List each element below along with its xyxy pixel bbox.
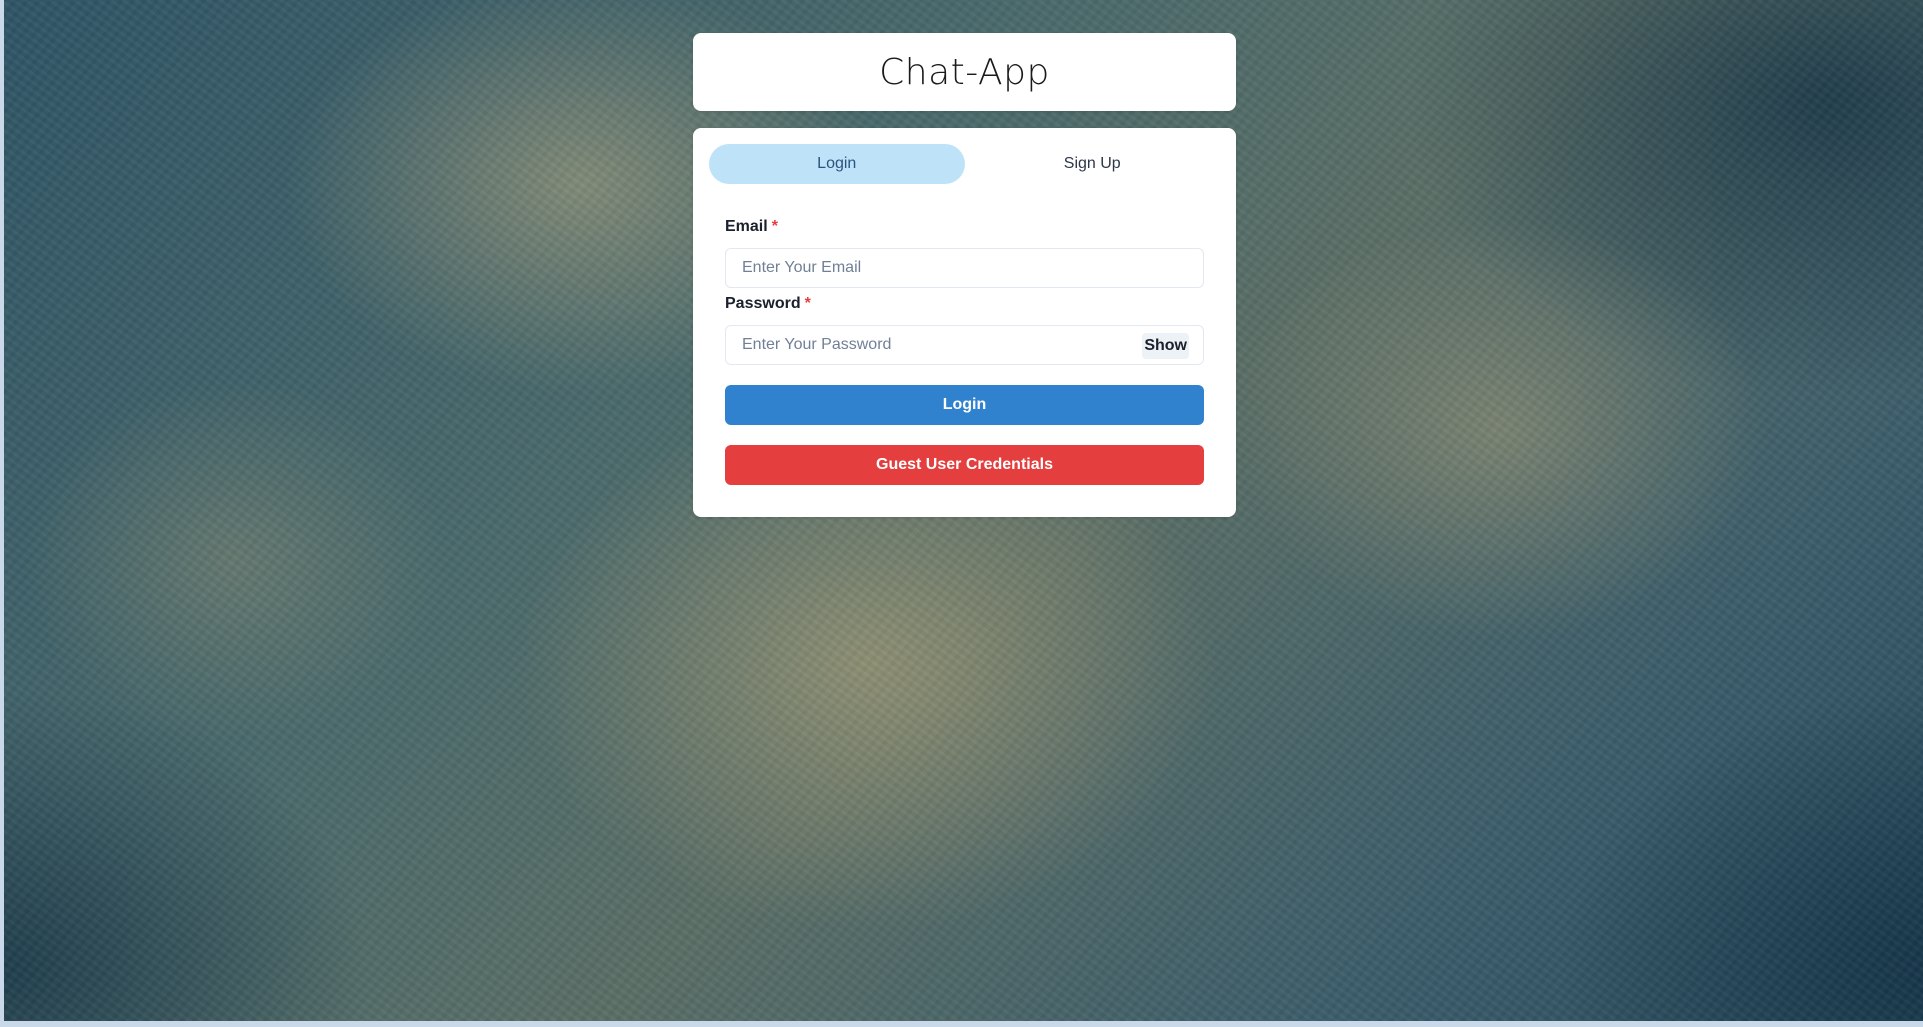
window-edge-bottom bbox=[0, 1021, 1923, 1027]
email-field[interactable]: Enter Your Email bbox=[725, 248, 1204, 288]
auth-tabs: Login Sign Up bbox=[709, 144, 1220, 184]
app-title: Chat-App bbox=[879, 51, 1050, 93]
password-placeholder: Enter Your Password bbox=[742, 336, 892, 353]
auth-form-card: Login Sign Up Email * Enter Your Email Pa… bbox=[693, 128, 1236, 517]
email-label: Email * bbox=[725, 218, 778, 236]
password-label-text: Password bbox=[725, 295, 801, 312]
required-marker: * bbox=[804, 295, 811, 312]
guest-credentials-button[interactable]: Guest User Credentials bbox=[725, 445, 1204, 485]
email-placeholder: Enter Your Email bbox=[742, 259, 862, 276]
password-field[interactable]: Enter Your Password Show bbox=[725, 325, 1204, 365]
password-label: Password * bbox=[725, 295, 811, 313]
required-marker: * bbox=[771, 218, 778, 235]
show-password-button[interactable]: Show bbox=[1142, 333, 1189, 359]
app-header-card: Chat-App bbox=[693, 33, 1236, 111]
tab-sign-up[interactable]: Sign Up bbox=[965, 144, 1221, 184]
login-button[interactable]: Login bbox=[725, 385, 1204, 425]
window-edge-left bbox=[0, 0, 4, 1027]
email-label-text: Email bbox=[725, 218, 768, 235]
tab-login[interactable]: Login bbox=[709, 144, 965, 184]
